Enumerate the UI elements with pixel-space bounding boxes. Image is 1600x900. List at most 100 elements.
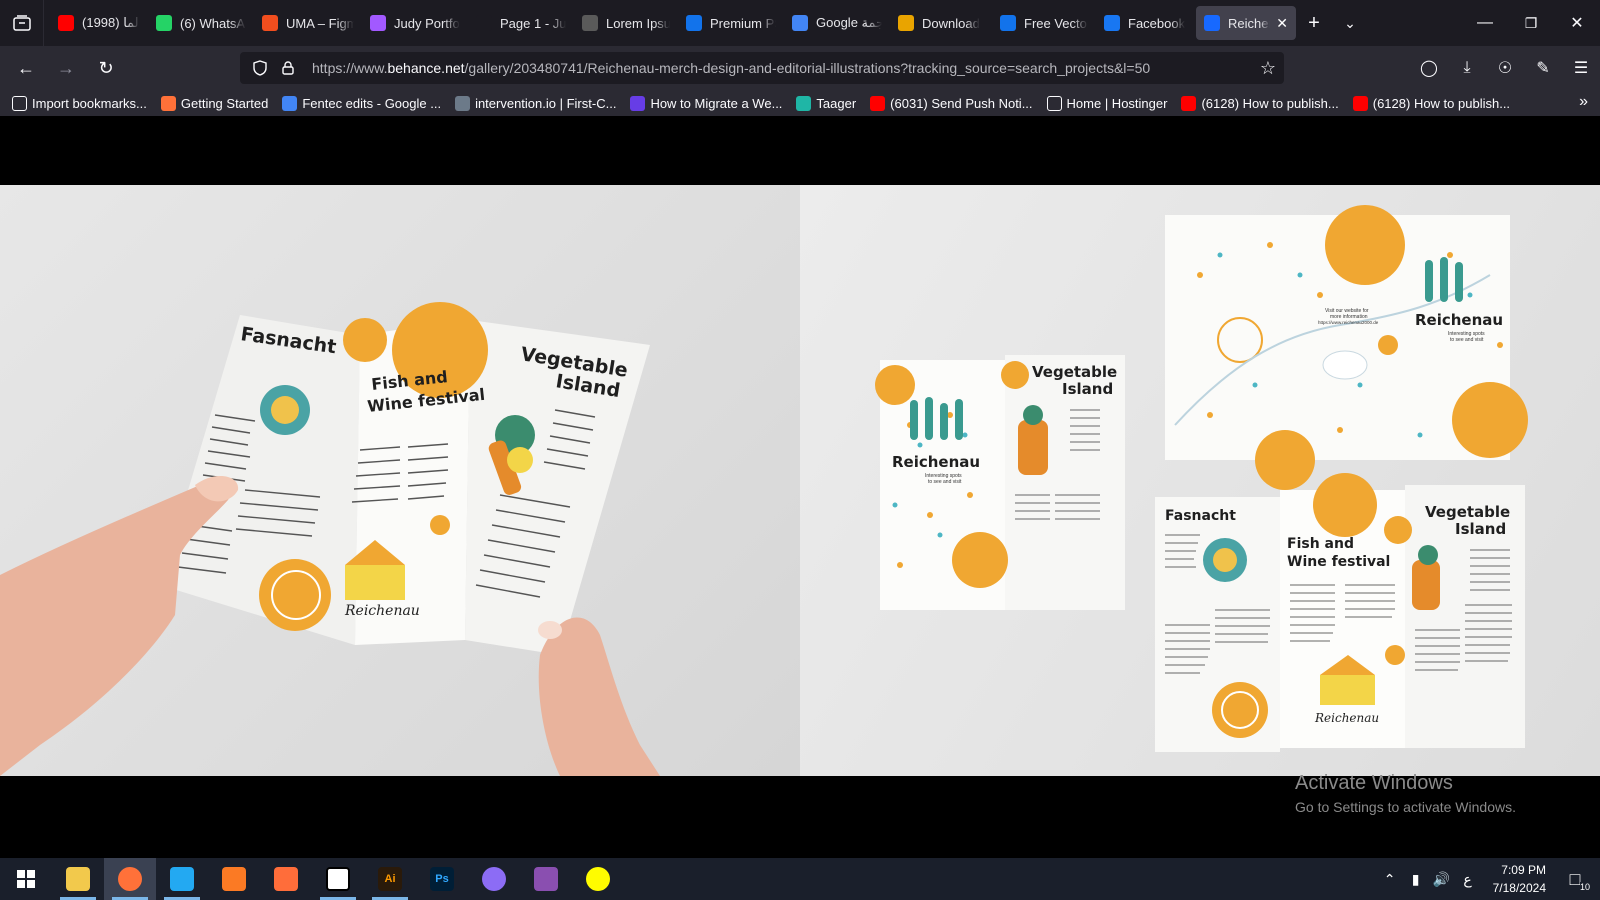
taskbar-start[interactable] <box>0 858 52 900</box>
bookmarks-overflow-chevron-icon[interactable]: » <box>1579 93 1588 111</box>
github-icon <box>482 867 506 891</box>
bookmark-item[interactable]: Fentec edits - Google ... <box>282 95 441 111</box>
vegetable-small-2: Island <box>1062 380 1113 398</box>
clock-time: 7:09 PM <box>1501 863 1546 877</box>
fish-heading-flat-1: Fish and <box>1287 536 1354 552</box>
windows-taskbar: Ai Ps ⌃ ▮ 🔊 ع 7:09 PM 7/18/2024 □ 10 <box>0 858 1600 900</box>
tab-freepik[interactable]: Free Vector <box>992 6 1096 40</box>
tabs: الما (1998) (6) WhatsApp UMA – Figma Judy P… <box>44 0 1296 46</box>
clock[interactable]: 7:09 PM 7/18/2024 <box>1493 861 1546 897</box>
extensions-button[interactable]: ✎ <box>1524 52 1562 84</box>
brochure-mockup-flat: Reichenau Interesting spots to see and v… <box>800 185 1600 776</box>
navigation-bar: ← → ↻ https://www.behance.net/gallery/20… <box>0 46 1600 90</box>
tab-google-translate[interactable]: Google ترجمة <box>784 6 890 40</box>
taskbar-github[interactable] <box>468 858 520 900</box>
taskbar-illustrator[interactable]: Ai <box>364 858 416 900</box>
tab-play[interactable]: Page 1 - Jun <box>468 6 574 40</box>
volume-icon[interactable]: 🔊 <box>1429 871 1455 888</box>
forward-button[interactable]: → <box>48 52 84 84</box>
back-button[interactable]: ← <box>8 52 44 84</box>
close-tab-icon[interactable]: ✕ <box>1276 15 1288 32</box>
tab-figma[interactable]: UMA – Figma <box>254 6 362 40</box>
battery-icon[interactable]: ▮ <box>1403 871 1429 888</box>
tagline-small-2: to see and visit <box>928 479 962 485</box>
hamburger-menu-icon: ☰ <box>1573 60 1589 77</box>
toolbar-right: ◯ ⤓ ☉ ✎ ☰ <box>1410 46 1600 90</box>
account-button[interactable]: ☉ <box>1486 52 1524 84</box>
bookmark-item[interactable]: (6128) How to publish... <box>1352 95 1510 111</box>
bookmark-item[interactable]: Taager <box>796 95 856 111</box>
firefox-icon <box>118 867 142 891</box>
taskbar-file-explorer[interactable] <box>52 858 104 900</box>
project-image[interactable]: Fasnacht Fish and Wine festival Vegetabl… <box>0 185 1600 776</box>
notification-center-button[interactable]: □ 10 <box>1560 864 1590 894</box>
pen-icon <box>274 867 298 891</box>
taskbar-snapchat[interactable] <box>572 858 624 900</box>
bookmark-label: intervention.io | First-C... <box>475 95 617 111</box>
facebook-icon <box>1104 15 1120 31</box>
minimize-icon: — <box>1477 14 1493 31</box>
downloads-button[interactable]: ⤓ <box>1448 52 1486 84</box>
bookmark-item[interactable]: Import bookmarks... <box>12 95 147 111</box>
taskbar-vscode[interactable] <box>156 858 208 900</box>
bookmark-item[interactable]: (6128) How to publish... <box>1181 95 1339 111</box>
tab-figma[interactable]: Judy Portfolio <box>362 6 468 40</box>
notion-icon <box>326 867 350 891</box>
tab-youtube[interactable]: الما (1998) <box>50 6 148 40</box>
bookmark-item[interactable]: How to Migrate a We... <box>630 95 783 111</box>
tab-freepik[interactable]: Premium PSD <box>678 6 784 40</box>
snapchat-icon <box>586 867 610 891</box>
tab-strip: الما (1998) (6) WhatsApp UMA – Figma Judy P… <box>0 0 1600 46</box>
bookmark-item[interactable]: intervention.io | First-C... <box>455 95 617 111</box>
tab-download-site[interactable]: Download <box>890 6 992 40</box>
taskbar-sublime[interactable] <box>260 858 312 900</box>
menu-button[interactable]: ☰ <box>1562 52 1600 84</box>
google-docs-icon <box>282 95 298 111</box>
reload-button[interactable]: ↻ <box>88 52 124 84</box>
bookmark-label: (6128) How to publish... <box>1201 95 1339 111</box>
shield-icon[interactable] <box>246 60 274 76</box>
close-window-button[interactable]: ✕ <box>1554 0 1600 46</box>
taskbar-firefox[interactable] <box>104 858 156 900</box>
tab-behance[interactable]: Reichenau ✕ <box>1196 6 1296 40</box>
pocket-button[interactable]: ◯ <box>1410 52 1448 84</box>
google-translate-icon <box>792 15 808 31</box>
tab-document[interactable]: Lorem Ipsum <box>574 6 678 40</box>
freepik-icon <box>1000 15 1016 31</box>
document-icon <box>582 15 598 31</box>
bookmark-label: How to Migrate a We... <box>650 95 783 111</box>
restore-button[interactable]: ❐ <box>1508 0 1554 46</box>
bookmark-label: Home | Hostinger <box>1066 95 1168 111</box>
flat-brochure-illustration: Reichenau Interesting spots to see and v… <box>875 205 1528 752</box>
tab-whatsapp[interactable]: (6) WhatsApp <box>148 6 254 40</box>
brochure-mockup-hands: Fasnacht Fish and Wine festival Vegetabl… <box>0 185 800 776</box>
import-icon <box>12 95 27 111</box>
bookmark-star-icon[interactable]: ☆ <box>1260 58 1276 79</box>
pocket-icon: ◯ <box>1420 60 1438 77</box>
lock-icon[interactable] <box>274 61 302 75</box>
behance-icon <box>1204 15 1220 31</box>
url-text[interactable]: https://www.behance.net/gallery/20348074… <box>312 60 1150 76</box>
bookmark-item[interactable]: (6031) Send Push Noti... <box>870 95 1033 111</box>
taager-icon <box>796 95 812 111</box>
language-indicator[interactable]: ع <box>1455 871 1481 888</box>
new-tab-button[interactable]: + <box>1296 6 1332 40</box>
tab-label: Premium PSD <box>710 15 776 31</box>
taskbar-winrar[interactable] <box>520 858 572 900</box>
minimize-button[interactable]: — <box>1462 0 1508 46</box>
bookmarks-toolbar: Import bookmarks... Getting Started Fentec… <box>0 90 1600 116</box>
bookmark-item[interactable]: Getting Started <box>160 95 268 111</box>
taskbar-xampp[interactable] <box>208 858 260 900</box>
whatsapp-icon <box>156 15 172 31</box>
photoshop-icon: Ps <box>430 867 454 891</box>
taskbar-photoshop[interactable]: Ps <box>416 858 468 900</box>
list-all-tabs-button[interactable]: ⌄ <box>1332 6 1368 40</box>
tab-facebook[interactable]: Facebook <box>1096 6 1196 40</box>
figma-icon <box>262 15 278 31</box>
address-bar[interactable]: https://www.behance.net/gallery/20348074… <box>240 52 1284 84</box>
bookmark-item[interactable]: Home | Hostinger <box>1046 95 1168 111</box>
vegetable-flat-1: Vegetable <box>1425 503 1510 521</box>
tab-list-button[interactable] <box>0 0 44 46</box>
taskbar-notion[interactable] <box>312 858 364 900</box>
show-hidden-icons-chevron-icon[interactable]: ⌃ <box>1377 871 1403 888</box>
